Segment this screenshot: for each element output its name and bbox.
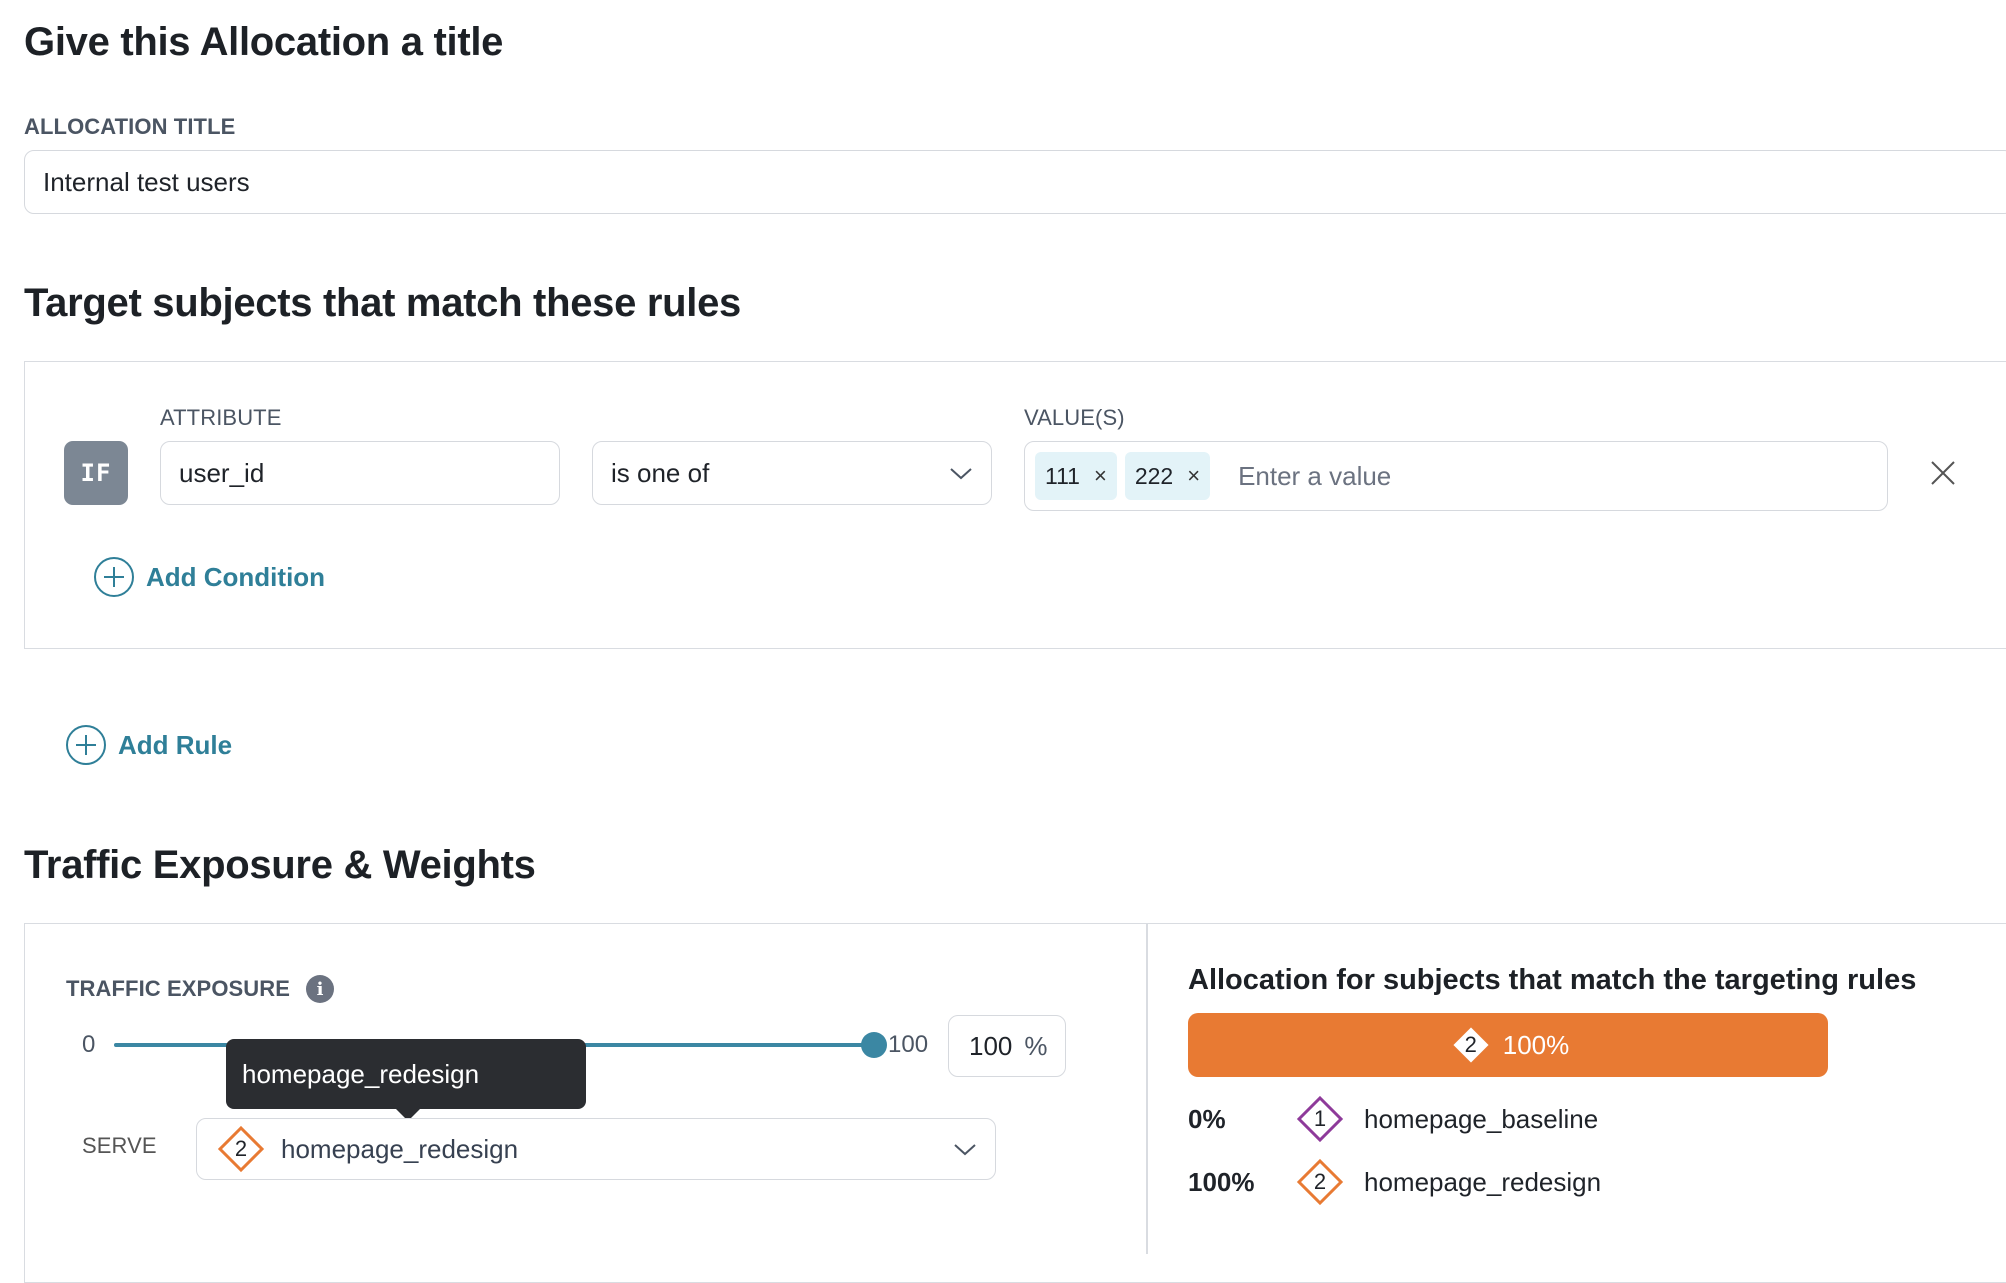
chevron-down-icon — [954, 1144, 976, 1156]
values-placeholder: Enter a value — [1238, 460, 1392, 491]
traffic-heading: Traffic Exposure & Weights — [24, 843, 536, 887]
allocation-row-percent: 0% — [1188, 1103, 1226, 1134]
variant-diamond-icon: 2 — [1296, 1158, 1344, 1206]
chip-remove-icon[interactable]: × — [1187, 463, 1200, 489]
allocation-bar: 2 100% — [1188, 1013, 1828, 1077]
value-chip: 111 × — [1035, 452, 1117, 500]
exposure-percent-value: 100 — [969, 1030, 1013, 1061]
attribute-input[interactable]: user_id — [160, 441, 560, 505]
variant-diamond-icon: 2 — [217, 1125, 265, 1173]
values-label: VALUE(S) — [1024, 405, 1125, 430]
add-condition-button[interactable]: Add Condition — [94, 557, 325, 597]
serve-variant-name: homepage_redesign — [281, 1133, 519, 1164]
percent-sign: % — [1024, 1030, 1048, 1061]
allocation-row-name: homepage_redesign — [1364, 1166, 1602, 1197]
variant-number: 2 — [234, 1136, 248, 1161]
value-chip: 222 × — [1124, 452, 1211, 500]
variant-diamond-icon: 2 — [1447, 1021, 1495, 1069]
operator-select[interactable]: is one of — [592, 441, 992, 505]
variant-tooltip: homepage_redesign — [226, 1039, 586, 1121]
plus-circle-icon — [66, 725, 106, 765]
allocation-bar-percent: 100% — [1502, 1029, 1570, 1060]
exposure-slider-handle[interactable] — [861, 1032, 887, 1058]
targeting-rules-heading: Target subjects that match these rules — [24, 281, 741, 325]
values-input[interactable]: 111 × 222 × Enter a value — [1024, 441, 1888, 511]
exposure-percent-input[interactable]: 100 % — [948, 1015, 1066, 1077]
value-chip-label: 222 — [1134, 462, 1174, 489]
info-icon[interactable]: i — [306, 975, 335, 1003]
allocation-row: 100% 2 homepage_redesign — [1188, 1156, 1601, 1208]
variant-number: 2 — [1313, 1169, 1327, 1194]
attribute-label: ATTRIBUTE — [160, 405, 282, 430]
allocation-title-input[interactable]: Internal test users — [24, 150, 2006, 214]
traffic-exposure-label-row: TRAFFIC EXPOSURE i — [66, 975, 335, 1003]
panel-divider — [1146, 924, 1148, 1254]
value-chip-label: 111 — [1045, 462, 1080, 489]
variant-number: 1 — [1313, 1106, 1327, 1131]
if-badge: IF — [64, 441, 128, 505]
allocation-title-heading: Give this Allocation a title — [24, 20, 504, 64]
variant-number: 2 — [1464, 1032, 1477, 1057]
chip-remove-icon[interactable]: × — [1094, 463, 1107, 489]
operator-value: is one of — [611, 457, 710, 488]
attribute-value: user_id — [179, 457, 265, 488]
chevron-down-icon — [950, 468, 972, 480]
add-rule-button[interactable]: Add Rule — [66, 725, 232, 765]
serve-label: SERVE — [82, 1133, 157, 1158]
allocation-row-percent: 100% — [1188, 1166, 1255, 1197]
remove-condition-icon[interactable] — [1930, 460, 1956, 486]
slider-max-label: 100 — [888, 1031, 929, 1058]
allocation-row: 0% 1 homepage_baseline — [1188, 1093, 1598, 1145]
plus-circle-icon — [94, 557, 134, 597]
allocation-summary-heading: Allocation for subjects that match the t… — [1188, 964, 1917, 996]
serve-variant-select[interactable]: 2 homepage_redesign — [196, 1118, 996, 1180]
allocation-title-value: Internal test users — [43, 166, 250, 197]
variant-diamond-icon: 1 — [1296, 1095, 1344, 1143]
add-rule-label: Add Rule — [118, 729, 233, 760]
allocation-row-name: homepage_baseline — [1364, 1103, 1599, 1134]
add-condition-label: Add Condition — [146, 561, 326, 592]
slider-min-label: 0 — [82, 1031, 96, 1058]
traffic-exposure-label: TRAFFIC EXPOSURE — [66, 976, 291, 1001]
allocation-title-label: ALLOCATION TITLE — [24, 114, 236, 139]
